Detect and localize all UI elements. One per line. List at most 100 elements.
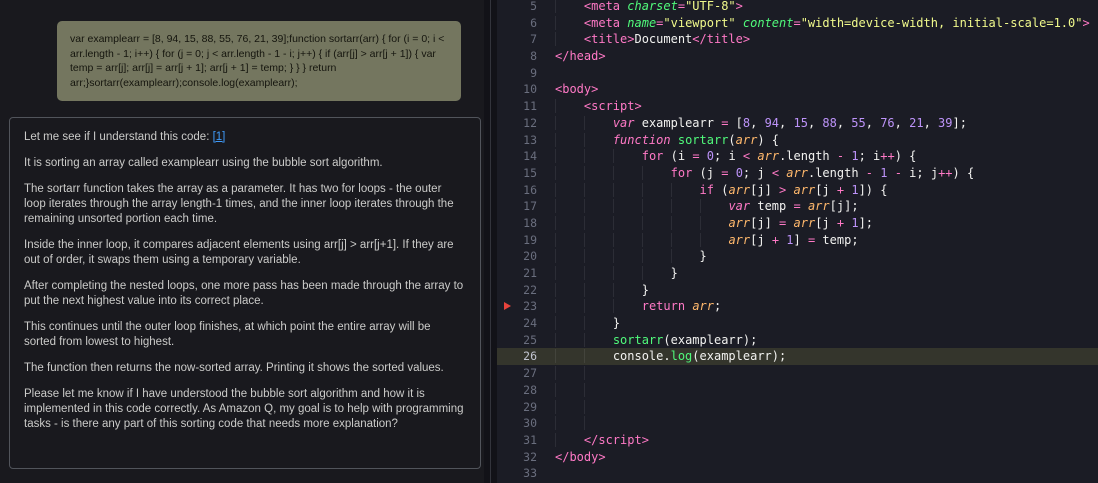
- line-number[interactable]: 22: [497, 282, 555, 299]
- line-number[interactable]: 27: [497, 365, 555, 382]
- editor-line[interactable]: 14 for (i = 0; i < arr.length - 1; i++) …: [497, 148, 1098, 165]
- code-text[interactable]: [555, 382, 1098, 399]
- line-number[interactable]: 10: [497, 81, 555, 98]
- code-text[interactable]: </head>: [555, 48, 1098, 65]
- code-text[interactable]: <meta name="viewport" content="width=dev…: [555, 15, 1098, 32]
- line-number[interactable]: 16: [497, 182, 555, 199]
- editor-line[interactable]: 23 return arr;: [497, 298, 1098, 315]
- code-text[interactable]: arr[j] = arr[j + 1];: [555, 215, 1098, 232]
- code-text[interactable]: arr[j + 1] = temp;: [555, 232, 1098, 249]
- editor-lines: 5 <meta charset="UTF-8">6 <meta name="vi…: [497, 0, 1098, 482]
- code-text[interactable]: for (i = 0; i < arr.length - 1; i++) {: [555, 148, 1098, 165]
- line-number[interactable]: 9: [497, 65, 555, 82]
- line-number[interactable]: 31: [497, 432, 555, 449]
- panel-divider-sash[interactable]: [484, 0, 497, 483]
- code-text[interactable]: [555, 415, 1098, 432]
- line-number[interactable]: 18: [497, 215, 555, 232]
- code-text[interactable]: }: [555, 265, 1098, 282]
- editor-line[interactable]: 22 }: [497, 282, 1098, 299]
- code-text[interactable]: <body>: [555, 81, 1098, 98]
- line-number[interactable]: 32: [497, 449, 555, 466]
- app-window: var examplearr = [8, 94, 15, 88, 55, 76,…: [0, 0, 1098, 483]
- line-number[interactable]: 7: [497, 31, 555, 48]
- editor-line[interactable]: 17 var temp = arr[j];: [497, 198, 1098, 215]
- editor-line[interactable]: 30: [497, 415, 1098, 432]
- line-number[interactable]: 25: [497, 332, 555, 349]
- line-number[interactable]: 19: [497, 232, 555, 249]
- code-text[interactable]: if (arr[j] > arr[j + 1]) {: [555, 182, 1098, 199]
- line-number[interactable]: 8: [497, 48, 555, 65]
- code-editor[interactable]: 5 <meta charset="UTF-8">6 <meta name="vi…: [497, 0, 1098, 483]
- line-number[interactable]: 20: [497, 248, 555, 265]
- editor-line[interactable]: 8</head>: [497, 48, 1098, 65]
- response-intro: Let me see if I understand this code: [1…: [24, 130, 464, 145]
- line-number[interactable]: 23: [497, 298, 555, 315]
- line-number[interactable]: 28: [497, 382, 555, 399]
- editor-line[interactable]: 20 }: [497, 248, 1098, 265]
- editor-line[interactable]: 26 console.log(examplearr);: [497, 348, 1098, 365]
- editor-line[interactable]: 24 }: [497, 315, 1098, 332]
- line-number[interactable]: 24: [497, 315, 555, 332]
- editor-line[interactable]: 6 <meta name="viewport" content="width=d…: [497, 15, 1098, 32]
- code-text[interactable]: var examplearr = [8, 94, 15, 88, 55, 76,…: [555, 115, 1098, 132]
- code-text[interactable]: [555, 465, 1098, 482]
- line-number[interactable]: 5: [497, 0, 555, 15]
- code-text[interactable]: <title>Document</title>: [555, 31, 1098, 48]
- line-number[interactable]: 11: [497, 98, 555, 115]
- editor-line[interactable]: 21 }: [497, 265, 1098, 282]
- code-text[interactable]: return arr;: [555, 298, 1098, 315]
- code-text[interactable]: [555, 399, 1098, 416]
- editor-line[interactable]: 33: [497, 465, 1098, 482]
- chat-panel: var examplearr = [8, 94, 15, 88, 55, 76,…: [0, 0, 484, 483]
- line-number[interactable]: 15: [497, 165, 555, 182]
- line-number[interactable]: 6: [497, 15, 555, 32]
- editor-line[interactable]: 15 for (j = 0; j < arr.length - 1 - i; j…: [497, 165, 1098, 182]
- assistant-response-card: Let me see if I understand this code: [1…: [9, 117, 481, 469]
- code-text[interactable]: }: [555, 282, 1098, 299]
- response-paragraph: The sortarr function takes the array as …: [24, 182, 464, 227]
- editor-line[interactable]: 32</body>: [497, 449, 1098, 466]
- editor-line[interactable]: 9: [497, 65, 1098, 82]
- editor-line[interactable]: 27: [497, 365, 1098, 382]
- editor-line[interactable]: 25 sortarr(examplearr);: [497, 332, 1098, 349]
- editor-line[interactable]: 10<body>: [497, 81, 1098, 98]
- editor-line[interactable]: 11 <script>: [497, 98, 1098, 115]
- response-intro-text: Let me see if I understand this code:: [24, 131, 209, 143]
- editor-line[interactable]: 19 arr[j + 1] = temp;: [497, 232, 1098, 249]
- editor-line[interactable]: 16 if (arr[j] > arr[j + 1]) {: [497, 182, 1098, 199]
- line-number[interactable]: 13: [497, 132, 555, 149]
- code-text[interactable]: <script>: [555, 98, 1098, 115]
- code-text[interactable]: </body>: [555, 449, 1098, 466]
- code-text[interactable]: for (j = 0; j < arr.length - 1 - i; j++)…: [555, 165, 1098, 182]
- code-text[interactable]: console.log(examplearr);: [555, 348, 1098, 365]
- editor-line[interactable]: 28: [497, 382, 1098, 399]
- code-text[interactable]: function sortarr(arr) {: [555, 132, 1098, 149]
- code-text[interactable]: }: [555, 248, 1098, 265]
- code-text[interactable]: </script>: [555, 432, 1098, 449]
- editor-line[interactable]: 29: [497, 399, 1098, 416]
- line-number[interactable]: 21: [497, 265, 555, 282]
- code-text[interactable]: [555, 65, 1098, 82]
- code-text[interactable]: <meta charset="UTF-8">: [555, 0, 1098, 15]
- code-text[interactable]: sortarr(examplearr);: [555, 332, 1098, 349]
- line-number[interactable]: 29: [497, 399, 555, 416]
- code-text[interactable]: [555, 365, 1098, 382]
- editor-line[interactable]: 5 <meta charset="UTF-8">: [497, 0, 1098, 15]
- breakpoint-icon[interactable]: [504, 302, 511, 310]
- line-number[interactable]: 33: [497, 465, 555, 482]
- editor-line[interactable]: 13 function sortarr(arr) {: [497, 132, 1098, 149]
- user-message-text: var examplearr = [8, 94, 15, 88, 55, 76,…: [70, 33, 444, 89]
- editor-line[interactable]: 31 </script>: [497, 432, 1098, 449]
- editor-line[interactable]: 7 <title>Document</title>: [497, 31, 1098, 48]
- citation-link[interactable]: [1]: [213, 131, 226, 143]
- editor-line[interactable]: 18 arr[j] = arr[j + 1];: [497, 215, 1098, 232]
- response-paragraph: Inside the inner loop, it compares adjac…: [24, 238, 464, 268]
- editor-line[interactable]: 12 var examplearr = [8, 94, 15, 88, 55, …: [497, 115, 1098, 132]
- line-number[interactable]: 12: [497, 115, 555, 132]
- line-number[interactable]: 26: [497, 348, 555, 365]
- line-number[interactable]: 30: [497, 415, 555, 432]
- code-text[interactable]: var temp = arr[j];: [555, 198, 1098, 215]
- code-text[interactable]: }: [555, 315, 1098, 332]
- line-number[interactable]: 14: [497, 148, 555, 165]
- line-number[interactable]: 17: [497, 198, 555, 215]
